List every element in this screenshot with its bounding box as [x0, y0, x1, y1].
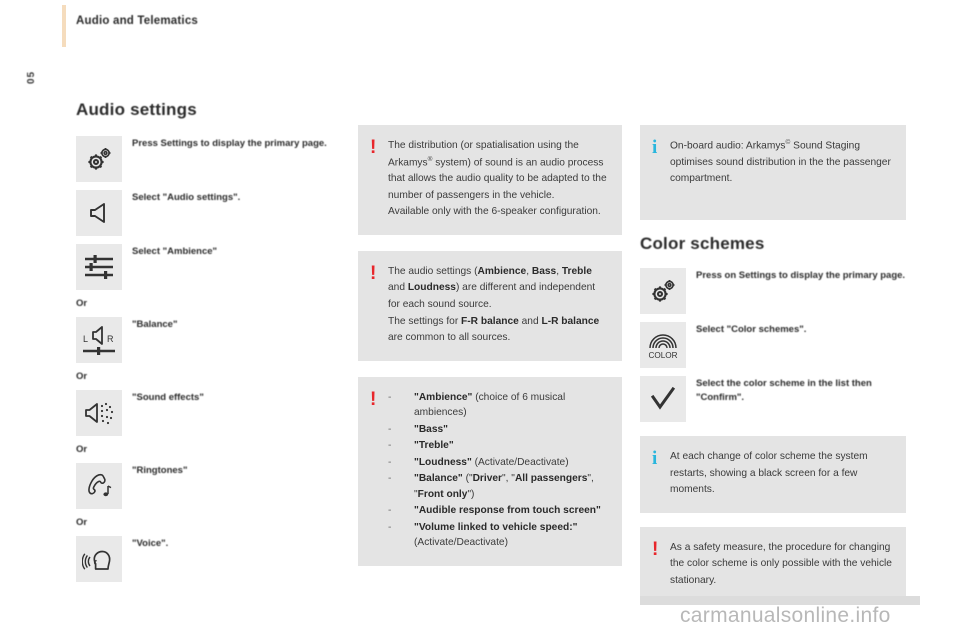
list-item: - "Audible response from touch screen" [388, 503, 608, 519]
list-item: - "Bass" [388, 422, 608, 438]
balance-lr-icon: L R [76, 317, 122, 363]
list-item-label: "Volume linked to vehicle speed:" (Activ… [414, 521, 578, 549]
sound-effects-icon [76, 390, 122, 436]
info-callout-onboard-audio: i On-board audio: Arkamys© Sound Staging… [640, 125, 906, 220]
list-item: - "Balance" ("Driver", "All passengers",… [388, 471, 608, 502]
info-callout-restart: i At each change of color scheme the sys… [640, 436, 906, 513]
callout-text: At each change of color scheme the syste… [670, 449, 892, 499]
warning-icon: ! [370, 262, 377, 284]
warning-callout-safety: ! As a safety measure, the procedure for… [640, 526, 906, 604]
watermark: carmanualsonline.info [680, 604, 891, 627]
callout-paragraph: On-board audio: Arkamys© Sound Staging o… [670, 139, 891, 185]
step-label: "Sound effects" [132, 392, 204, 403]
equalizer-icon [76, 244, 122, 290]
list-item-label: "Audible response from touch screen" [414, 505, 601, 517]
list-item-label: "Loudness" (Activate/Deactivate) [414, 456, 569, 468]
settings-list: - "Ambience" (choice of 6 musical ambien… [388, 390, 608, 551]
chapter-number-tab: 05 [26, 70, 37, 84]
warning-callout-settings-list: ! - "Ambience" (choice of 6 musical ambi… [358, 376, 622, 566]
or-separator: Or [76, 298, 88, 309]
list-item: - "Treble" [388, 438, 608, 454]
bullet-dash: - [388, 473, 392, 485]
bullet-dash: - [388, 440, 392, 452]
color-icon-label: COLOR [648, 351, 677, 360]
step-row: Select "Ambience" [76, 244, 348, 290]
callout-paragraph: At each change of color scheme the syste… [670, 451, 868, 496]
list-item-label: "Balance" ("Driver", "All passengers", "… [414, 473, 594, 500]
step-label: "Voice". [132, 538, 169, 549]
bullet-dash: - [388, 456, 392, 468]
step-label: Select "Ambience" [132, 246, 218, 257]
step-row: Press Settings to display the primary pa… [76, 136, 348, 182]
warning-icon: ! [370, 388, 377, 410]
info-icon: i [652, 137, 658, 158]
step-row: Select the color scheme in the list then… [640, 376, 906, 422]
gears-icon [76, 136, 122, 182]
step-label: Press on Settings to display the primary… [696, 270, 906, 281]
callout-text: The distribution (or spatialisation usin… [388, 138, 608, 221]
callout-text: On-board audio: Arkamys© Sound Staging o… [670, 138, 892, 206]
callout-paragraph: The audio settings (Ambience, Bass, Treb… [388, 265, 596, 310]
list-item: - "Volume linked to vehicle speed:" (Act… [388, 520, 608, 551]
list-item-label: "Treble" [414, 440, 454, 452]
bullet-dash: - [388, 521, 392, 533]
step-label: Select the color scheme in the list then… [696, 378, 872, 403]
checkmark-icon [640, 376, 686, 422]
color-schemes-column: i On-board audio: Arkamys© Sound Staging… [640, 125, 906, 617]
callout-paragraph: As a safety measure, the procedure for c… [670, 541, 892, 586]
voice-icon [76, 536, 122, 582]
middle-callouts-column: ! The distribution (or spatialisation us… [358, 125, 622, 580]
warning-callout-distribution: ! The distribution (or spatialisation us… [358, 125, 622, 235]
callout-paragraph: The settings for F-R balance and L-R bal… [388, 315, 600, 344]
list-item: - "Loudness" (Activate/Deactivate) [388, 455, 608, 471]
audio-settings-column: Audio settings Press Settings to display… [76, 100, 348, 590]
step-row: COLOR Select "Color schemes". [640, 322, 906, 368]
page-title: Audio settings [76, 100, 197, 119]
or-separator: Or [76, 371, 88, 382]
list-item-label: "Ambience" (choice of 6 musical ambience… [414, 391, 566, 419]
step-row: "Sound effects" [76, 390, 348, 436]
info-icon: i [652, 448, 658, 469]
callout-text: The audio settings (Ambience, Bass, Treb… [388, 264, 608, 347]
step-label: Select "Audio settings". [132, 192, 241, 203]
step-label: Select "Color schemes". [696, 324, 807, 335]
header-accent-rule [62, 5, 66, 47]
or-separator: Or [76, 444, 88, 455]
warning-icon: ! [370, 137, 377, 158]
list-item: - "Ambience" (choice of 6 musical ambien… [388, 390, 608, 421]
list-item-label: "Bass" [414, 423, 449, 435]
step-row: "Voice". [76, 536, 348, 582]
warning-callout-audio-settings: ! The audio settings (Ambience, Bass, Tr… [358, 250, 622, 361]
callout-paragraph: Available only with the 6-speaker config… [388, 206, 601, 218]
svg-text:L: L [83, 334, 88, 344]
callout-paragraph: The distribution (or spatialisation usin… [388, 140, 607, 201]
bullet-dash: - [388, 423, 392, 435]
step-row: Select "Audio settings". [76, 190, 348, 236]
or-separator: Or [76, 517, 88, 528]
gears-icon [640, 268, 686, 314]
page-header-title: Audio and Telematics [76, 15, 199, 27]
color-icon: COLOR [640, 322, 686, 368]
callout-text: As a safety measure, the procedure for c… [670, 540, 892, 590]
callout-text: - "Ambience" (choice of 6 musical ambien… [388, 390, 608, 552]
warning-icon: ! [652, 538, 659, 560]
step-label: Press Settings to display the primary pa… [132, 138, 327, 149]
step-row: "Ringtones" [76, 463, 348, 509]
color-schemes-title: Color schemes [640, 234, 765, 253]
step-row: L R "Balance" [76, 317, 348, 363]
ringtones-icon [76, 463, 122, 509]
svg-text:R: R [107, 334, 114, 344]
step-label: "Balance" [132, 319, 178, 330]
step-label: "Ringtones" [132, 465, 188, 476]
bullet-dash: - [388, 505, 392, 517]
step-row: Press on Settings to display the primary… [640, 268, 906, 314]
manual-page: Audio and Telematics 05 Audio settings P… [0, 0, 960, 640]
speaker-icon [76, 190, 122, 236]
bullet-dash: - [388, 391, 392, 403]
